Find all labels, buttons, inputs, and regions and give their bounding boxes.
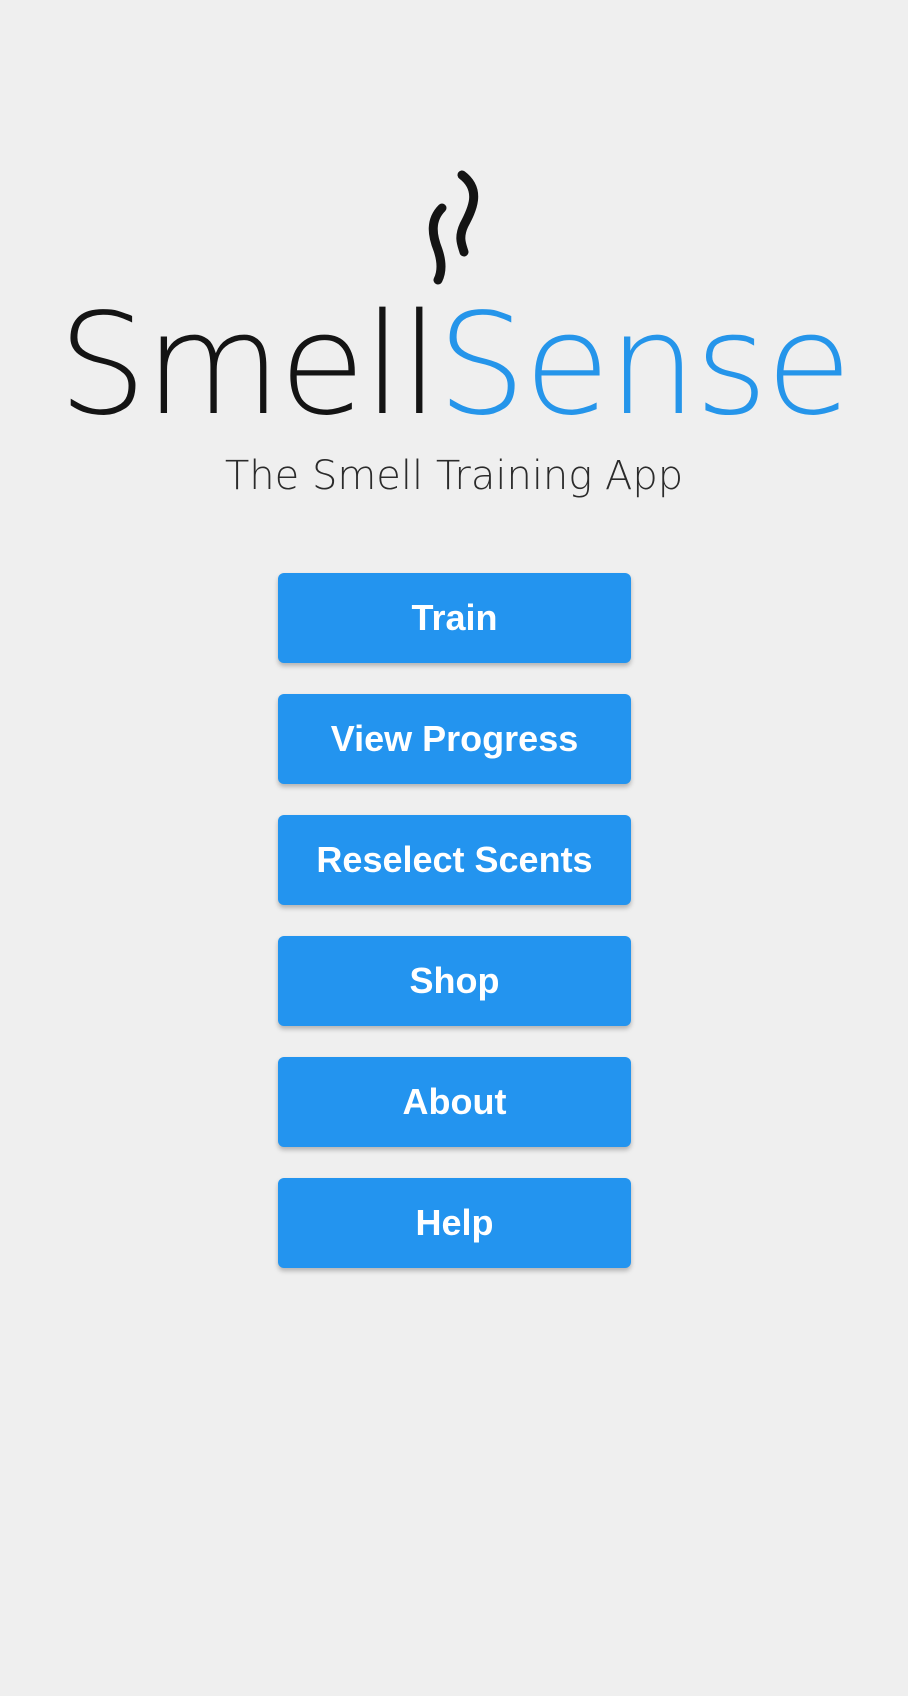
about-button[interactable]: About	[278, 1057, 631, 1147]
app-title: SmellSense	[0, 296, 908, 436]
app-title-smell: Smell	[58, 284, 439, 447]
app-title-sense: Sense	[437, 284, 852, 447]
steam-smell-icon	[428, 170, 479, 285]
train-button[interactable]: Train	[278, 573, 631, 663]
main-menu: Train View Progress Reselect Scents Shop…	[278, 573, 631, 1299]
shop-button[interactable]: Shop	[278, 936, 631, 1026]
app-tagline: The Smell Training App	[224, 453, 684, 499]
home-screen: SmellSense The Smell Training App Train …	[0, 0, 908, 1696]
view-progress-button[interactable]: View Progress	[278, 694, 631, 784]
help-button[interactable]: Help	[278, 1178, 631, 1268]
reselect-scents-button[interactable]: Reselect Scents	[278, 815, 631, 905]
